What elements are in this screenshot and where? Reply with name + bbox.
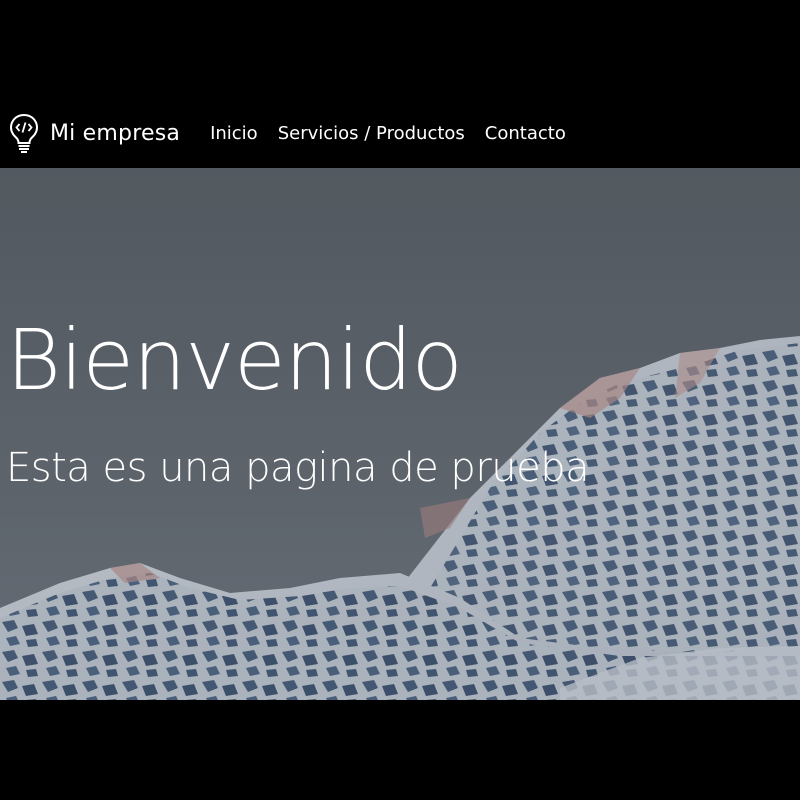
hero-title: Bienvenido xyxy=(6,311,463,409)
nav-link-inicio[interactable]: Inicio xyxy=(210,123,258,144)
navbar: Mi empresa Inicio Servicios / Productos … xyxy=(0,98,800,168)
mountain-background-image xyxy=(0,168,800,700)
brand-link[interactable]: Mi empresa xyxy=(8,112,180,154)
nav-link-contacto[interactable]: Contacto xyxy=(485,123,566,144)
hero-banner: Bienvenido Esta es una pagina de prueba xyxy=(0,168,800,700)
brand-name: Mi empresa xyxy=(50,120,181,146)
hero-subtitle: Esta es una pagina de prueba xyxy=(6,445,590,491)
bottom-black-band xyxy=(0,700,800,800)
page: Mi empresa Inicio Servicios / Productos … xyxy=(0,0,800,800)
lightbulb-code-icon xyxy=(8,112,40,154)
nav-links: Inicio Servicios / Productos Contacto xyxy=(210,123,586,144)
nav-link-servicios-productos[interactable]: Servicios / Productos xyxy=(278,123,465,144)
